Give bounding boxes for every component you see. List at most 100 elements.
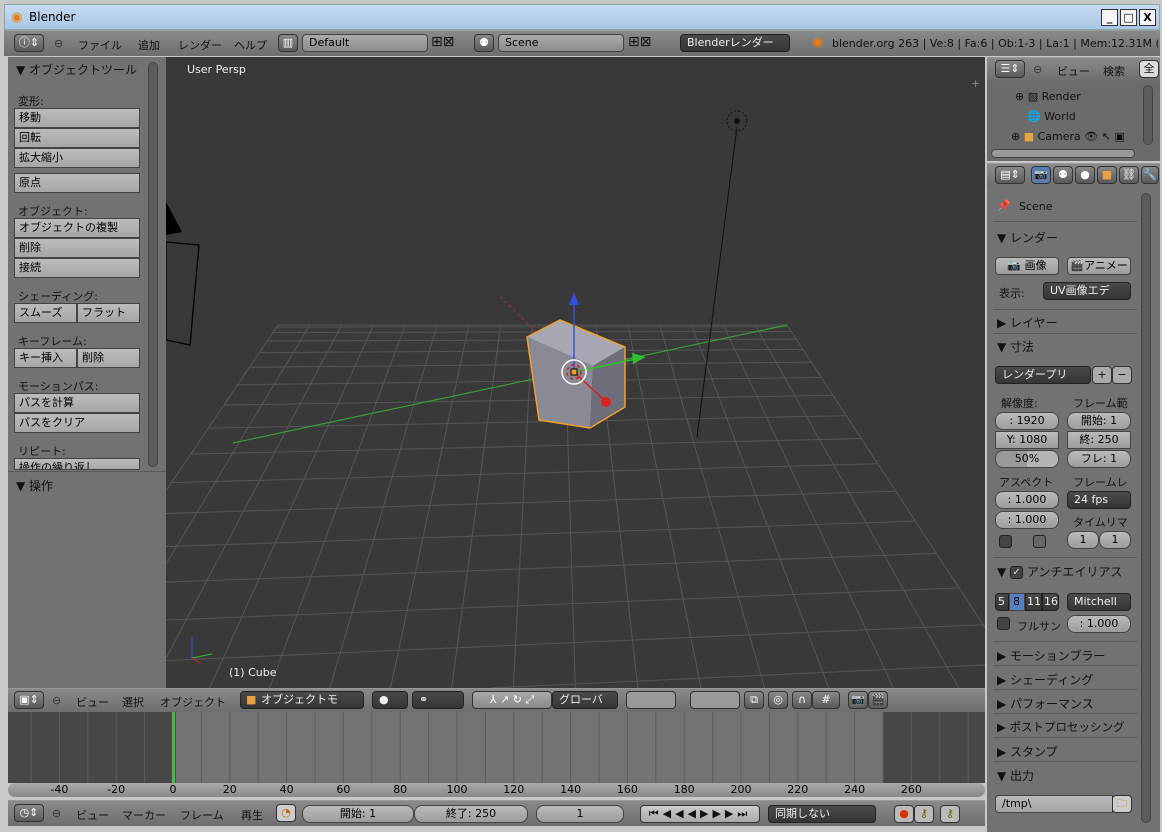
- tab-modifiers-icon[interactable]: 🔧: [1141, 166, 1159, 184]
- aspect-y-field[interactable]: : 1.000: [995, 511, 1059, 529]
- snap-element-icon[interactable]: #: [812, 691, 840, 709]
- render-image-icon[interactable]: 📷: [848, 691, 868, 709]
- output-panel-header[interactable]: ▼ 出力: [997, 767, 1034, 784]
- collapse-menu-icon[interactable]: ⊖: [52, 807, 61, 820]
- scale-button[interactable]: 拡大縮小: [14, 148, 140, 168]
- menu-file[interactable]: ファイル: [78, 37, 122, 53]
- collapse-menu-icon[interactable]: ⊖: [52, 694, 61, 707]
- orientation-select[interactable]: グローバ: [552, 691, 618, 709]
- render-panel-header[interactable]: ▼ レンダー: [997, 229, 1058, 246]
- properties-scrollbar[interactable]: [1141, 193, 1151, 823]
- add-layout-icon[interactable]: ⊞⊠: [431, 34, 454, 50]
- display-mode-all[interactable]: 全: [1139, 60, 1159, 78]
- add-scene-icon[interactable]: ⊞⊠: [628, 34, 651, 50]
- remap-old-field[interactable]: 1: [1067, 531, 1099, 549]
- full-sample-checkbox[interactable]: [997, 617, 1010, 630]
- tool-shelf-scrollbar[interactable]: [148, 62, 158, 467]
- post-processing-panel-header[interactable]: ▶ ポストプロセッシング: [997, 719, 1125, 735]
- menu-help[interactable]: ヘルプ: [234, 37, 267, 53]
- menu-playback[interactable]: 再生: [241, 807, 263, 823]
- frame-step-field[interactable]: フレ: 1: [1067, 450, 1131, 468]
- output-path-field[interactable]: /tmp\: [995, 795, 1113, 813]
- shading-select[interactable]: ●: [372, 691, 408, 709]
- folder-icon[interactable]: 🗀: [1112, 795, 1132, 813]
- pivot-select[interactable]: ⚭: [412, 691, 464, 709]
- filter-size-field[interactable]: : 1.000: [1067, 615, 1131, 633]
- manipulator-icons[interactable]: ⅄ ↗ ↻ ⤢: [472, 691, 552, 709]
- timeline-ruler[interactable]: -40 -20 0 20 40 60 80 100 120 140 160 180 200 220 240 2…: [8, 783, 985, 797]
- insert-key-button[interactable]: キー挿入: [14, 348, 77, 368]
- resolution-percentage-slider[interactable]: 50%: [995, 450, 1059, 468]
- lock-layers-icon[interactable]: ⧉: [744, 691, 764, 709]
- 3d-viewport[interactable]: User Persp (1) Cube +: [166, 57, 985, 688]
- remap-new-field[interactable]: 1: [1099, 531, 1131, 549]
- frame-start-field[interactable]: 開始: 1: [1067, 412, 1131, 430]
- scene-icon[interactable]: ⚉: [474, 34, 494, 52]
- smooth-button[interactable]: スムーズ: [14, 303, 77, 323]
- menu-frame[interactable]: フレーム: [180, 807, 224, 823]
- border-checkbox[interactable]: [999, 535, 1012, 548]
- outliner-hscroll[interactable]: [991, 149, 1135, 158]
- menu-render[interactable]: レンダー: [178, 37, 222, 53]
- translate-button[interactable]: 移動: [14, 108, 140, 128]
- object-tools-header[interactable]: ▼ オブジェクトツール: [16, 61, 137, 78]
- start-frame-field[interactable]: 開始: 1: [302, 805, 414, 823]
- layers-grid-1[interactable]: [626, 691, 676, 709]
- resolution-y-field[interactable]: Y: 1080: [995, 431, 1059, 449]
- tab-object-icon[interactable]: ■: [1097, 166, 1117, 184]
- remove-preset-button[interactable]: −: [1112, 366, 1132, 384]
- menu-search[interactable]: 検索: [1103, 63, 1125, 79]
- menu-view[interactable]: ビュー: [76, 807, 109, 823]
- menu-marker[interactable]: マーカー: [122, 807, 166, 823]
- antialiasing-panel-header[interactable]: ▼ ✓ アンチエイリアス: [997, 563, 1122, 580]
- render-animation-button[interactable]: 🎬アニメー: [1067, 257, 1131, 275]
- collapse-menu-icon[interactable]: ⊖: [1033, 63, 1042, 76]
- delete-button[interactable]: 削除: [14, 238, 140, 258]
- aspect-x-field[interactable]: : 1.000: [995, 491, 1059, 509]
- layout-icon[interactable]: ▥: [278, 34, 298, 52]
- shading-panel-header[interactable]: ▶ シェーディング: [997, 671, 1093, 688]
- outliner-item-render[interactable]: ⊕ ▧ Render: [1015, 90, 1081, 103]
- editor-type-timeline-icon[interactable]: ◷⇕: [14, 804, 44, 822]
- playback-controls[interactable]: ⏮◀◀◀▶▶▶⏭: [640, 805, 760, 823]
- dimensions-panel-header[interactable]: ▼ 寸法: [997, 338, 1034, 355]
- insert-keyframe-icon[interactable]: ⚷: [940, 805, 960, 823]
- layout-field[interactable]: Default: [302, 34, 428, 52]
- aa-sample-5[interactable]: 5: [995, 593, 1009, 611]
- tab-scene-icon[interactable]: ⚉: [1053, 166, 1073, 184]
- end-frame-field[interactable]: 終了: 250: [414, 805, 528, 823]
- aa-sample-8-selected[interactable]: 8: [1009, 593, 1025, 611]
- fps-select[interactable]: 24 fps: [1067, 491, 1131, 509]
- tab-world-icon[interactable]: ●: [1075, 166, 1095, 184]
- scene-field[interactable]: Scene: [498, 34, 624, 52]
- outliner-item-world[interactable]: 🌐 World: [1027, 110, 1076, 123]
- resolution-x-field[interactable]: : 1920: [995, 412, 1059, 430]
- properties-toggle-icon[interactable]: +: [971, 77, 980, 90]
- render-anim-icon[interactable]: 🎬: [868, 691, 888, 709]
- editor-type-info-icon[interactable]: ⓘ⇕: [14, 34, 44, 52]
- keying-set-icon[interactable]: ⚷: [914, 805, 934, 823]
- aa-filter-select[interactable]: Mitchell: [1067, 593, 1131, 611]
- minimize-button[interactable]: _: [1101, 9, 1118, 26]
- mode-select[interactable]: オブジェクトモ: [240, 691, 364, 709]
- outliner-vscroll[interactable]: [1143, 85, 1153, 145]
- add-preset-button[interactable]: +: [1092, 366, 1112, 384]
- tab-constraints-icon[interactable]: ⛓: [1119, 166, 1139, 184]
- render-engine-select[interactable]: Blenderレンダー: [680, 34, 790, 52]
- current-frame-field[interactable]: 1: [536, 805, 624, 823]
- rotate-button[interactable]: 回転: [14, 128, 140, 148]
- menu-select[interactable]: 選択: [122, 694, 144, 710]
- calculate-paths-button[interactable]: パスを計算: [14, 393, 140, 413]
- repeat-last-button[interactable]: 操作の繰り返し: [14, 458, 140, 470]
- editor-type-properties-icon[interactable]: ▤⇕: [995, 166, 1025, 184]
- antialiasing-checkbox[interactable]: ✓: [1010, 566, 1024, 579]
- editor-type-3d-icon[interactable]: ▣⇕: [14, 691, 44, 709]
- collapse-menu-icon[interactable]: ⊖: [54, 37, 63, 50]
- timeline-area[interactable]: [8, 712, 985, 783]
- join-button[interactable]: 接続: [14, 258, 140, 278]
- editor-type-outliner-icon[interactable]: ☰⇕: [995, 60, 1025, 78]
- preview-range-icon[interactable]: ◔: [276, 804, 296, 822]
- aa-sample-11[interactable]: 11: [1025, 593, 1042, 611]
- crop-checkbox[interactable]: [1033, 535, 1046, 548]
- performance-panel-header[interactable]: ▶ パフォーマンス: [997, 695, 1094, 712]
